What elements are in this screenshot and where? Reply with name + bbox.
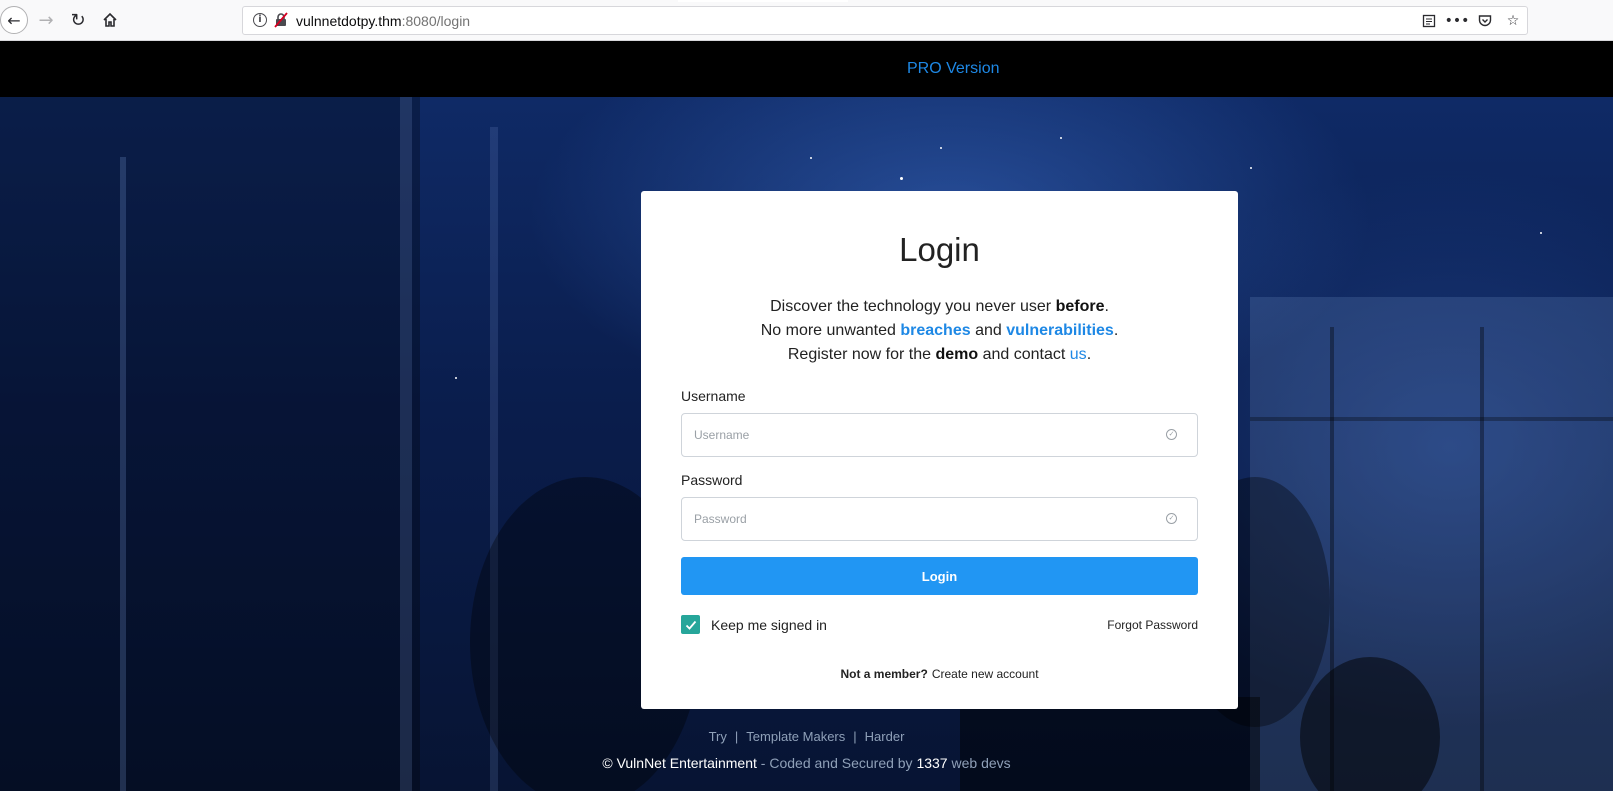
desc-text: and contact (978, 346, 1070, 363)
reader-view-icon[interactable] (1415, 11, 1443, 31)
url-text[interactable]: vulnnetdotpy.thm:8080/login (296, 13, 470, 29)
star (810, 157, 812, 159)
forgot-password-link[interactable]: Forgot Password (1107, 618, 1198, 632)
info-icon[interactable]: i (253, 13, 267, 27)
breaches-link[interactable]: breaches (900, 322, 970, 339)
username-input[interactable] (682, 414, 1152, 456)
desc-text: . (1104, 298, 1109, 315)
forward-arrow-icon[interactable]: → (34, 8, 58, 32)
login-button[interactable]: Login (681, 557, 1198, 595)
validation-check-icon: ✓ (1166, 513, 1177, 524)
bookmark-star-icon[interactable]: ☆ (1499, 11, 1527, 31)
reload-icon[interactable]: ↻ (66, 8, 90, 32)
validation-check-icon: ✓ (1166, 429, 1177, 440)
star (455, 377, 457, 379)
password-label: Password (681, 472, 743, 488)
create-account-link[interactable]: Create new account (932, 667, 1039, 681)
window-frame (400, 97, 412, 791)
checkmark-icon (685, 620, 696, 630)
desc-bold: demo (935, 346, 979, 363)
more-actions-icon[interactable]: ••• (1443, 11, 1471, 31)
devs-text: web devs (947, 755, 1011, 771)
back-arrow-icon[interactable]: ← (0, 6, 28, 34)
login-title: Login (899, 231, 980, 268)
footer-links: Try | Template Makers | Harder (0, 729, 1613, 744)
signup-prompt: Not a member? Create new account (641, 667, 1238, 681)
copyright: © VulnNet Entertainment - Coded and Secu… (0, 755, 1613, 771)
desc-text: Discover the technology you never user (770, 298, 1056, 315)
desc-text: . (1113, 322, 1119, 339)
pocket-icon[interactable] (1471, 11, 1499, 31)
building-shadow (0, 97, 420, 791)
url-path: :8080/login (401, 13, 471, 29)
star (1060, 137, 1062, 139)
star (940, 147, 942, 149)
login-description: Discover the technology you never user b… (641, 295, 1238, 367)
password-input[interactable] (682, 498, 1152, 540)
keep-signed-in-label: Keep me signed in (711, 616, 827, 633)
star (900, 177, 903, 180)
window-frame (1480, 327, 1484, 791)
footer-link-harder[interactable]: Harder (857, 729, 913, 744)
vulnerabilities-link[interactable]: vulnerabilities (1006, 322, 1114, 339)
username-label: Username (681, 388, 746, 404)
login-card: Login Discover the technology you never … (641, 191, 1238, 709)
browser-toolbar: ← → ↻ i vulnnetdotpy.thm:8080/login ••• … (0, 0, 1613, 41)
url-host: vulnnetdotpy.thm (296, 13, 402, 29)
keep-signed-in-checkbox[interactable] (681, 615, 700, 634)
pro-version-link[interactable]: PRO Version (907, 60, 999, 78)
desc-text: No more unwanted (760, 322, 901, 339)
not-member-text: Not a member? (840, 667, 928, 681)
active-tab-indicator (678, 0, 848, 2)
home-icon[interactable] (98, 8, 122, 32)
footer-link-try[interactable]: Try (701, 729, 735, 744)
username-field[interactable]: ✓ (681, 413, 1198, 457)
desc-text: Register now for the (787, 346, 936, 363)
desc-text: . (1086, 346, 1092, 363)
star (1250, 167, 1252, 169)
footer-link-template-makers[interactable]: Template Makers (738, 729, 853, 744)
star (1540, 232, 1542, 234)
address-bar[interactable]: i vulnnetdotpy.thm:8080/login ••• ☆ (242, 6, 1528, 35)
desc-bold: before (1055, 298, 1105, 315)
coded-text: - Coded and Secured by (756, 755, 917, 771)
password-field[interactable]: ✓ (681, 497, 1198, 541)
desc-text: and (970, 322, 1007, 339)
insecure-lock-icon[interactable] (273, 12, 289, 28)
top-navbar: PRO Version (0, 41, 1613, 97)
contact-us-link[interactable]: us (1070, 346, 1087, 363)
keep-signed-in[interactable]: Keep me signed in (681, 615, 827, 634)
desk-silhouette (960, 697, 1260, 791)
copyright-symbol: © (602, 755, 613, 771)
window-frame (120, 157, 126, 791)
team-name: 1337 (916, 755, 948, 771)
company-name: VulnNet Entertainment (616, 755, 757, 771)
window-frame (1250, 417, 1613, 421)
